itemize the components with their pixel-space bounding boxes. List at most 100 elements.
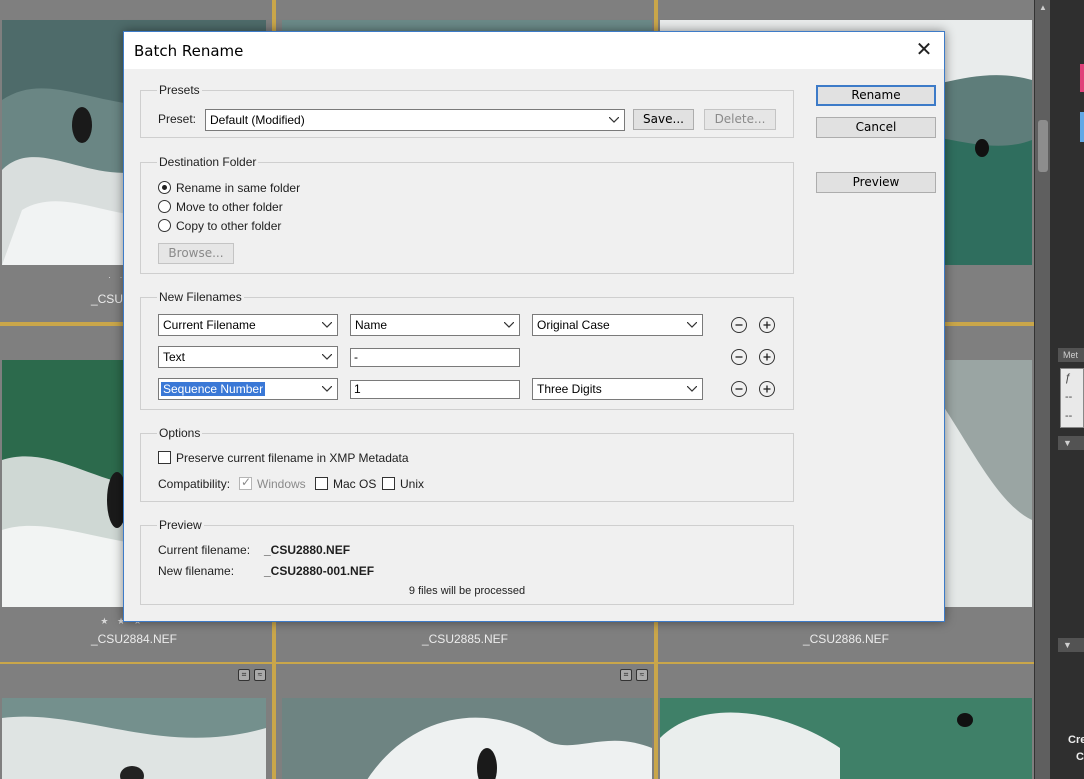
- presets-group-label: Presets: [157, 83, 202, 97]
- row1-case-dropdown[interactable]: Original Case: [532, 314, 703, 336]
- label-color-swatch: [1080, 112, 1084, 142]
- plus-icon: [763, 353, 771, 361]
- new-filename-value: _CSU2880-001.NEF: [264, 564, 375, 578]
- rename-same-folder-label[interactable]: Rename in same folder: [176, 181, 300, 195]
- panel-tab[interactable]: ▼: [1058, 436, 1084, 450]
- options-group: Options Preserve current filename in XMP…: [140, 426, 794, 502]
- remove-row-button[interactable]: [731, 317, 747, 333]
- meta-line: ƒ: [1065, 372, 1072, 384]
- macos-label[interactable]: Mac OS: [333, 477, 376, 491]
- row2-text-input[interactable]: -: [350, 348, 520, 367]
- chevron-down-icon: [321, 379, 333, 399]
- thumbnail-image[interactable]: [660, 698, 1032, 779]
- scrollbar-thumb[interactable]: [1038, 120, 1048, 172]
- thumbnail-filename: _CSU2885.NEF: [421, 632, 509, 646]
- chevron-down-icon: [608, 110, 620, 130]
- chevron-down-icon: [503, 315, 515, 335]
- row3-start-number-input[interactable]: 1: [350, 380, 520, 399]
- unix-label[interactable]: Unix: [400, 477, 424, 491]
- minus-icon: [735, 324, 743, 326]
- copy-other-folder-label[interactable]: Copy to other folder: [176, 219, 281, 233]
- row3-type-dropdown[interactable]: Sequence Number: [158, 378, 338, 400]
- current-filename-value: _CSU2880.NEF: [264, 543, 351, 557]
- plus-icon: [763, 385, 771, 393]
- preserve-filename-checkbox[interactable]: [158, 451, 171, 464]
- thumbnail-cell[interactable]: [656, 662, 1036, 779]
- content-scrollbar[interactable]: ▲: [1034, 0, 1050, 779]
- new-filenames-group: New Filenames Current Filename Name Orig…: [140, 290, 794, 410]
- row1-type-value: Current Filename: [163, 318, 256, 332]
- minus-icon: [735, 356, 743, 358]
- dialog-titlebar[interactable]: Batch Rename ✕: [124, 32, 944, 69]
- remove-row-button[interactable]: [731, 349, 747, 365]
- adjust-badge-icon: ≈: [254, 669, 266, 681]
- thumbnail-cell[interactable]: ⌗ ≈: [274, 662, 656, 779]
- minus-icon: [735, 388, 743, 390]
- preserve-filename-label[interactable]: Preserve current filename in XMP Metadat…: [176, 451, 409, 465]
- metadata-panel: ƒ -- --: [1060, 368, 1084, 428]
- preview-group: Preview Current filename: _CSU2880.NEF N…: [140, 518, 794, 605]
- remove-row-button[interactable]: [731, 381, 747, 397]
- row1-case-value: Original Case: [537, 318, 610, 332]
- preview-button[interactable]: Preview: [816, 172, 936, 193]
- preview-group-label: Preview: [157, 518, 204, 532]
- scroll-up-icon[interactable]: ▲: [1035, 0, 1051, 16]
- dialog-title: Batch Rename: [134, 42, 244, 60]
- right-panel: Met ƒ -- -- ▼ ▼ Cre C: [1050, 0, 1084, 779]
- options-group-label: Options: [157, 426, 203, 440]
- thumbnail-image[interactable]: [2, 698, 266, 779]
- chevron-down-icon: [321, 315, 333, 335]
- adjust-badge-icon: ≈: [636, 669, 648, 681]
- row3-digits-value: Three Digits: [537, 382, 602, 396]
- row3-type-value: Sequence Number: [159, 381, 267, 397]
- thumbnail-filename: _CSU2886.NEF: [802, 632, 890, 646]
- delete-preset-button[interactable]: Delete...: [704, 109, 776, 130]
- copy-other-folder-radio[interactable]: [158, 219, 171, 232]
- label-color-swatch: [1080, 64, 1084, 92]
- new-filenames-group-label: New Filenames: [157, 290, 244, 304]
- rename-button[interactable]: Rename: [816, 85, 936, 106]
- row2-type-dropdown[interactable]: Text: [158, 346, 338, 368]
- files-processed-text: 9 files will be processed: [408, 585, 526, 597]
- move-other-folder-radio[interactable]: [158, 200, 171, 213]
- destination-group-label: Destination Folder: [157, 155, 259, 169]
- unix-checkbox[interactable]: [382, 477, 395, 490]
- panel-text: Cre C: [1068, 732, 1084, 766]
- preset-dropdown[interactable]: Default (Modified): [205, 109, 625, 131]
- thumbnail-cell[interactable]: ⌗ ≈: [0, 662, 274, 779]
- save-preset-button[interactable]: Save...: [633, 109, 694, 130]
- browse-button[interactable]: Browse...: [158, 243, 234, 264]
- crop-badge-icon: ⌗: [620, 669, 632, 681]
- new-filename-label: New filename:: [158, 564, 235, 578]
- add-row-button[interactable]: [759, 349, 775, 365]
- plus-icon: [763, 321, 771, 329]
- panel-text-line: Cre: [1068, 734, 1084, 746]
- preset-label: Preset:: [158, 112, 197, 126]
- panel-text-line: C: [1076, 751, 1084, 763]
- macos-checkbox[interactable]: [315, 477, 328, 490]
- presets-group: Presets Preset: Default (Modified) Save.…: [140, 83, 794, 138]
- crop-badge-icon: ⌗: [238, 669, 250, 681]
- thumbnail-filename: _CSU2884.NEF: [90, 632, 178, 646]
- row3-digits-dropdown[interactable]: Three Digits: [532, 378, 703, 400]
- panel-tab[interactable]: ▼: [1058, 638, 1084, 652]
- row1-name-dropdown[interactable]: Name: [350, 314, 520, 336]
- move-other-folder-label[interactable]: Move to other folder: [176, 200, 283, 214]
- add-row-button[interactable]: [759, 317, 775, 333]
- cancel-button[interactable]: Cancel: [816, 117, 936, 138]
- thumbnail-image[interactable]: [282, 698, 652, 779]
- row1-type-dropdown[interactable]: Current Filename: [158, 314, 338, 336]
- row1-name-value: Name: [355, 318, 388, 332]
- windows-checkbox: [239, 475, 252, 490]
- chevron-down-icon: [686, 315, 698, 335]
- metadata-tab[interactable]: Met: [1058, 348, 1084, 362]
- destination-folder-group: Destination Folder Rename in same folder…: [140, 155, 794, 274]
- add-row-button[interactable]: [759, 381, 775, 397]
- rename-same-folder-radio[interactable]: [158, 181, 171, 194]
- close-icon[interactable]: ✕: [914, 39, 934, 60]
- row2-type-value: Text: [163, 350, 186, 364]
- compatibility-label: Compatibility:: [158, 477, 231, 491]
- meta-line: --: [1065, 410, 1073, 422]
- chevron-down-icon: [321, 347, 333, 367]
- batch-rename-dialog: Batch Rename ✕ Rename Cancel Preview Pre…: [123, 31, 945, 622]
